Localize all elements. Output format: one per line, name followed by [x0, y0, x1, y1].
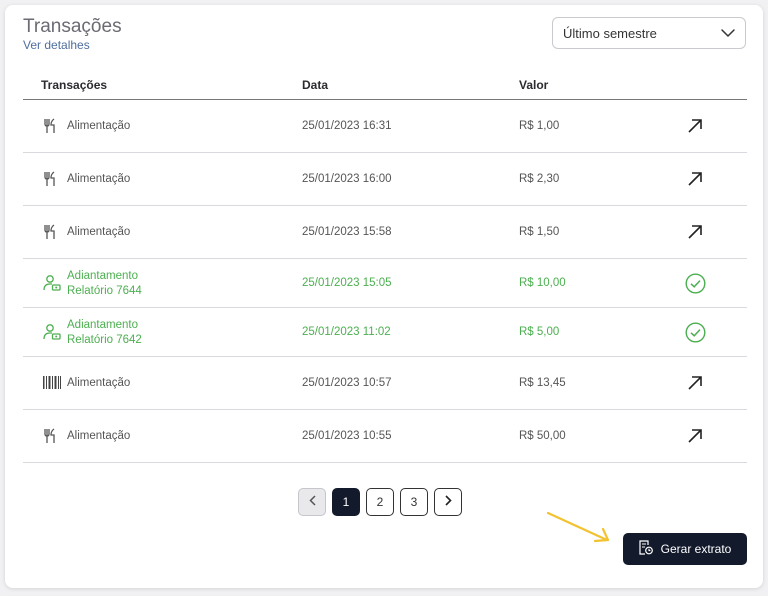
person-money-icon — [43, 323, 61, 346]
page-button-3[interactable]: 3 — [400, 488, 428, 516]
next-page-button[interactable] — [434, 488, 462, 516]
transaction-value: R$ 10,00 — [519, 277, 566, 289]
fork-knife-icon — [43, 118, 57, 139]
period-select[interactable]: Último semestre — [552, 17, 746, 49]
transaction-value: R$ 1,00 — [519, 120, 560, 132]
person-money-icon — [43, 274, 61, 297]
transaction-name: Alimentação — [67, 173, 131, 185]
period-select-value: Último semestre — [563, 25, 657, 41]
table-header: Transações Data Valor — [23, 69, 747, 100]
table-row[interactable]: Adiantamento Relatório 7644 25/01/2023 1… — [23, 259, 747, 308]
chevron-down-icon — [721, 29, 735, 37]
arrow-up-right-icon[interactable] — [683, 371, 707, 395]
transaction-date: 25/01/2023 16:31 — [302, 120, 392, 132]
chevron-right-icon — [444, 495, 452, 509]
page-button-1[interactable]: 1 — [332, 488, 360, 516]
check-circle-icon[interactable] — [683, 320, 707, 344]
arrow-up-right-icon[interactable] — [683, 167, 707, 191]
barcode-icon — [43, 376, 61, 394]
arrow-up-right-icon[interactable] — [683, 424, 707, 448]
column-header-value: Valor — [519, 78, 549, 92]
table-row[interactable]: Alimentação 25/01/2023 10:57 R$ 13,45 — [23, 357, 747, 410]
transaction-subtitle: Relatório 7644 — [67, 285, 142, 297]
table-row[interactable]: Alimentação 25/01/2023 16:00 R$ 2,30 — [23, 153, 747, 206]
column-header-date: Data — [302, 78, 329, 92]
generate-statement-label: Gerar extrato — [660, 542, 732, 556]
transactions-table: Transações Data Valor Alimentação 25/01/… — [23, 69, 747, 463]
transaction-name: Alimentação — [67, 377, 131, 389]
fork-knife-icon — [43, 428, 57, 449]
annotation-arrow-icon — [545, 510, 615, 551]
prev-page-button[interactable] — [298, 488, 326, 516]
transaction-name: Adiantamento — [67, 319, 138, 331]
arrow-up-right-icon[interactable] — [683, 114, 707, 138]
details-link[interactable]: Ver detalhes — [23, 38, 90, 52]
transaction-date: 25/01/2023 15:05 — [302, 277, 392, 289]
table-row[interactable]: Alimentação 25/01/2023 10:55 R$ 50,00 — [23, 410, 747, 463]
fork-knife-icon — [43, 171, 57, 192]
transaction-date: 25/01/2023 15:58 — [302, 226, 392, 238]
pagination: 1 2 3 — [298, 488, 462, 516]
transaction-date: 25/01/2023 10:57 — [302, 377, 392, 389]
transaction-date: 25/01/2023 11:02 — [302, 326, 391, 338]
transaction-value: R$ 5,00 — [519, 326, 560, 338]
transaction-subtitle: Relatório 7642 — [67, 334, 142, 346]
transaction-date: 25/01/2023 10:55 — [302, 430, 392, 442]
arrow-up-right-icon[interactable] — [683, 220, 707, 244]
table-row[interactable]: Alimentação 25/01/2023 15:58 R$ 1,50 — [23, 206, 747, 259]
page-title: Transações — [23, 16, 122, 37]
fork-knife-icon — [43, 224, 57, 245]
transaction-value: R$ 2,30 — [519, 173, 560, 185]
transaction-name: Alimentação — [67, 226, 131, 238]
transaction-name: Alimentação — [67, 430, 131, 442]
document-clock-icon — [639, 540, 653, 558]
chevron-left-icon — [308, 495, 316, 509]
transactions-card: Transações Ver detalhes Último semestre … — [5, 5, 763, 588]
check-circle-icon[interactable] — [683, 271, 707, 295]
transaction-value: R$ 1,50 — [519, 226, 560, 238]
table-row[interactable]: Alimentação 25/01/2023 16:31 R$ 1,00 — [23, 100, 747, 153]
transaction-date: 25/01/2023 16:00 — [302, 173, 392, 185]
table-row[interactable]: Adiantamento Relatório 7642 25/01/2023 1… — [23, 308, 747, 357]
transaction-name: Alimentação — [67, 120, 131, 132]
generate-statement-button[interactable]: Gerar extrato — [623, 533, 747, 565]
transaction-name: Adiantamento — [67, 270, 138, 282]
transaction-value: R$ 13,45 — [519, 377, 566, 389]
transaction-value: R$ 50,00 — [519, 430, 566, 442]
page-button-2[interactable]: 2 — [366, 488, 394, 516]
column-header-transactions: Transações — [41, 78, 108, 92]
